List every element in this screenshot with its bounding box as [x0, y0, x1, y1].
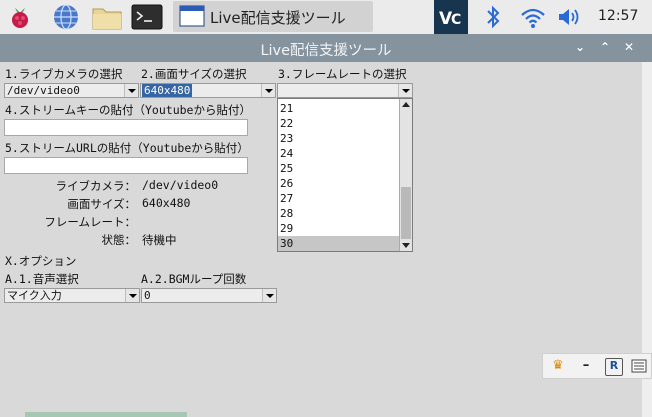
status-state-value: 待機中 — [142, 233, 177, 247]
scroll-up-icon[interactable] — [402, 102, 410, 107]
stream-url-label: 5.ストリームURLの貼付（Youtubeから貼付） — [5, 141, 249, 155]
bgm-loop-value: 0 — [144, 289, 151, 302]
framerate-option[interactable]: 25 — [278, 161, 399, 176]
bgm-loop-select[interactable]: 0 — [141, 288, 277, 303]
svg-text:C: C — [451, 12, 461, 28]
framerate-option[interactable]: 22 — [278, 116, 399, 131]
framerate-option-selected[interactable]: 30 — [278, 236, 399, 251]
taskbar: Live配信支援ツール V C 12:57 — [0, 0, 652, 34]
framerate-option[interactable]: 28 — [278, 206, 399, 221]
framerate-select[interactable] — [277, 83, 413, 98]
size-select-value: 640x480 — [142, 84, 193, 97]
camera-select-label: 1.ライブカメラの選択 — [5, 67, 123, 81]
taskbar-window-button[interactable]: Live配信支援ツール — [173, 1, 373, 32]
framerate-select-label: 3.フレームレートの選択 — [278, 67, 407, 81]
framerate-option[interactable]: 24 — [278, 146, 399, 161]
status-state-label: 状態： — [101, 233, 137, 247]
maximize-button[interactable]: ⌃ — [597, 39, 613, 55]
clock: 12:57 — [598, 8, 639, 24]
volume-icon[interactable] — [555, 3, 583, 31]
list-icon[interactable] — [631, 358, 647, 374]
window-edge-strip — [25, 412, 187, 417]
audio-select[interactable]: マイク入力 — [4, 288, 140, 303]
size-select-label: 2.画面サイズの選択 — [141, 67, 247, 81]
chevron-down-icon[interactable] — [261, 84, 275, 97]
vnc-icon[interactable]: V C — [434, 0, 468, 34]
chevron-down-icon[interactable] — [398, 84, 412, 97]
scroll-down-icon[interactable] — [402, 243, 410, 248]
camera-select-value: /dev/video0 — [7, 84, 80, 97]
status-framerate-label: フレームレート： — [44, 215, 136, 229]
chevron-down-icon[interactable] — [125, 289, 139, 302]
window-titlebar[interactable]: Live配信支援ツール ⌄ ⌃ ✕ — [0, 34, 652, 62]
terminal-icon[interactable] — [131, 3, 163, 31]
minimize-button[interactable]: ⌄ — [572, 39, 588, 55]
close-button[interactable]: ✕ — [621, 39, 637, 55]
bluetooth-icon[interactable] — [483, 3, 503, 31]
chevron-down-icon[interactable] — [124, 84, 138, 97]
audio-select-label: A.1.音声選択 — [5, 272, 79, 286]
stream-url-input[interactable] — [4, 157, 248, 174]
window-app-icon — [179, 5, 205, 27]
camera-select[interactable]: /dev/video0 — [4, 83, 139, 98]
status-camera-value: /dev/video0 — [142, 178, 219, 192]
framerate-option[interactable]: 27 — [278, 191, 399, 206]
framerate-option[interactable]: 26 — [278, 176, 399, 191]
size-select[interactable]: 640x480 — [140, 83, 276, 98]
options-title: X.オプション — [5, 254, 77, 268]
framerate-list-scrollbar[interactable] — [399, 99, 412, 251]
framerate-option[interactable]: 29 — [278, 221, 399, 236]
crown-icon[interactable]: ♛ — [550, 358, 566, 374]
scrollbar-thumb[interactable] — [401, 187, 411, 239]
framerate-dropdown-list[interactable]: 21 22 23 24 25 26 27 28 29 30 — [277, 98, 413, 252]
globe-icon[interactable] — [52, 3, 80, 31]
bgm-loop-label: A.2.BGMループ回数 — [141, 272, 247, 286]
raspberry-menu-icon[interactable] — [6, 3, 34, 31]
framerate-option[interactable]: 23 — [278, 131, 399, 146]
chevron-down-icon[interactable] — [262, 289, 276, 302]
r-icon[interactable]: R — [605, 358, 623, 376]
status-camera-label: ライブカメラ： — [55, 179, 137, 193]
stream-key-label: 4.ストリームキーの貼付（Youtubeから貼付） — [5, 103, 251, 117]
audio-select-value: マイク入力 — [7, 289, 62, 302]
status-size-value: 640x480 — [142, 196, 191, 210]
taskbar-window-title: Live配信支援ツール — [210, 9, 346, 27]
window-title: Live配信支援ツール — [260, 43, 392, 59]
wifi-icon[interactable] — [519, 3, 547, 31]
framerate-option[interactable]: 21 — [278, 101, 399, 116]
minimize-icon[interactable]: – — [578, 358, 594, 374]
input-method-toolbar: ♛ – R — [542, 353, 652, 379]
stream-key-input[interactable] — [4, 119, 248, 136]
folder-icon[interactable] — [91, 3, 123, 31]
status-size-label: 画面サイズ： — [67, 197, 136, 211]
